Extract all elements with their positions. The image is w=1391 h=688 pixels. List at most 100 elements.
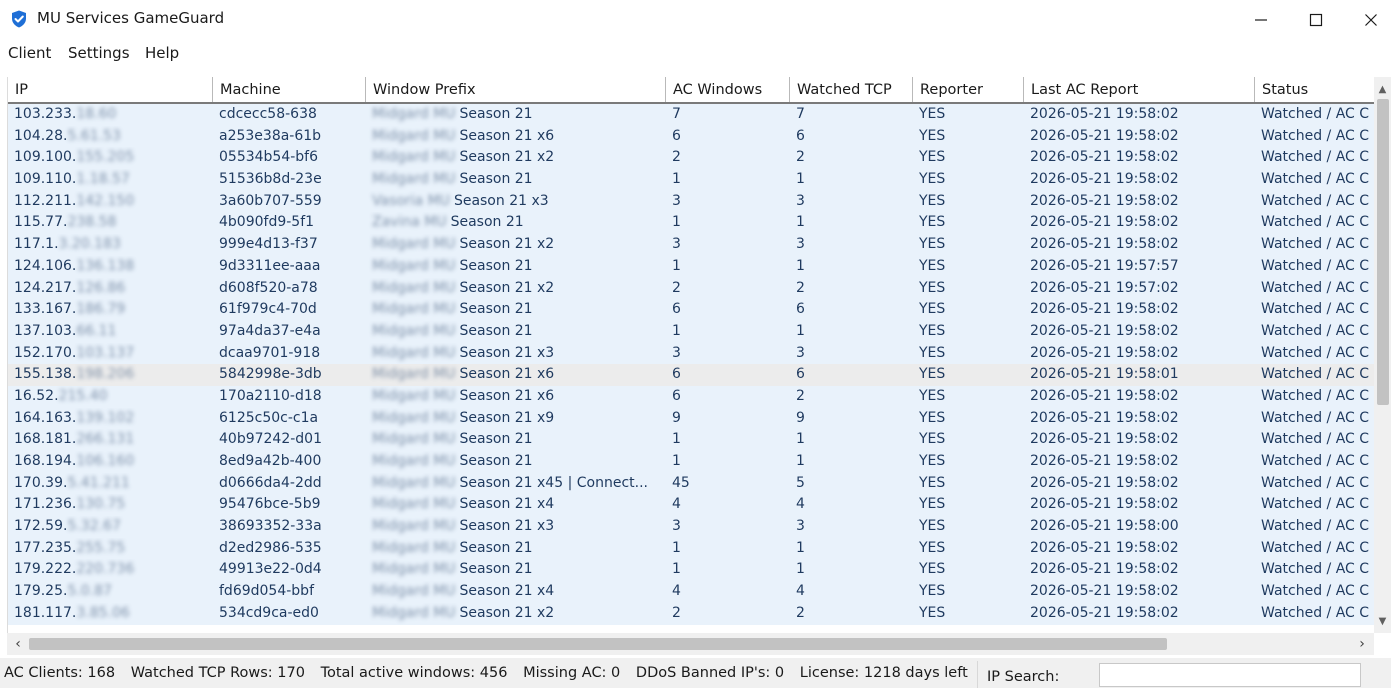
cell-last-ac-report: 2026-05-21 19:58:02 (1030, 149, 1179, 166)
column-header-status[interactable]: Status (1255, 77, 1374, 102)
column-header-machine[interactable]: Machine (213, 77, 366, 102)
prefix-visible-part: Season 21 x3 (459, 518, 555, 535)
table-row[interactable]: 109.110.1.18.57 51536b8d-23e Midgard MU Sea… (8, 169, 1374, 191)
clients-table[interactable]: IP Machine Window Prefix AC Windows Watc… (7, 77, 1374, 633)
prefix-visible-part: Season 21 x2 (459, 604, 555, 621)
column-header-ac-windows[interactable]: AC Windows (666, 77, 790, 102)
table-row[interactable]: 179.25.5.0.87 fd69d054-bbf Midgard MU Seaso… (8, 581, 1374, 603)
table-row[interactable]: 109.100.155.205 05534b54-bf6 Midgard MU Sea… (8, 147, 1374, 170)
cell-watched-tcp: 1 (796, 322, 805, 339)
table-row[interactable]: 172.59.5.32.67 38693352-33a Midgard MU Seas… (8, 516, 1374, 538)
scroll-up-icon[interactable]: ▲ (1374, 81, 1391, 98)
cell-window-prefix: Midgard MU Season 21 x2 (366, 603, 666, 625)
cell-machine: d608f520-a78 (219, 279, 318, 296)
menu-settings[interactable]: Settings (68, 44, 130, 62)
cell-ac-windows: 3 (672, 518, 681, 535)
table-row[interactable]: 168.194.106.160 8ed9a42b-400 Midgard MU Sea… (8, 451, 1374, 473)
prefix-masked-part: Midgard MU (372, 431, 456, 448)
cell-ac-windows: 6 (672, 387, 681, 404)
status-total-windows: Total active windows: 456 (320, 665, 508, 681)
ip-masked-part: 198.206 (76, 366, 135, 383)
horizontal-scrollbar[interactable]: ‹ › (7, 633, 1374, 655)
table-row[interactable]: 124.217.126.86 d608f520-a78 Midgard MU Seas… (8, 277, 1374, 300)
cell-ip: 124.217.126.86 (8, 278, 213, 300)
table-row[interactable]: 171.236.130.75 95476bce-5b9 Midgard MU Seas… (8, 494, 1374, 517)
cell-ac-windows: 1 (672, 431, 681, 448)
table-row[interactable]: 112.211.142.150 3a60b707-559 Vasoria MU Sea… (8, 190, 1374, 213)
cell-status: Watched / AC C (1261, 431, 1370, 448)
cell-status: Watched / AC C (1261, 604, 1370, 621)
cell-window-prefix: Midgard MU Season 21 x2 (366, 278, 666, 300)
cell-last-ac-report: 2026-05-21 19:58:02 (1030, 344, 1179, 361)
cell-window-prefix: Midgard MU Season 21 x2 (366, 147, 666, 169)
table-row[interactable]: 181.117.3.85.06 534cd9ca-ed0 Midgard MU Sea… (8, 602, 1374, 625)
cell-last-ac-report: 2026-05-21 19:58:02 (1030, 561, 1179, 578)
column-header-window-prefix[interactable]: Window Prefix (366, 77, 666, 102)
table-row[interactable]: 133.167.186.79 61f979c4-70d Midgard MU Seas… (8, 299, 1374, 321)
cell-window-prefix: Midgard MU Season 21 (366, 299, 666, 321)
table-row[interactable]: 16.52.215.40 170a2110-d18 Midgard MU Season… (8, 385, 1374, 408)
table-row[interactable]: 103.233.18.60 cdcecc58-638 Midgard MU Seaso… (8, 104, 1374, 126)
table-row[interactable]: 179.222.220.736 49913e22-0d4 Midgard MU Sea… (8, 559, 1374, 582)
column-header-last-ac-report[interactable]: Last AC Report (1024, 77, 1255, 102)
status-ac-clients: AC Clients: 168 (4, 665, 116, 681)
column-header-ip[interactable]: IP (8, 77, 213, 102)
cell-ip: 103.233.18.60 (8, 104, 213, 126)
cell-status: Watched / AC C (1261, 301, 1370, 318)
prefix-visible-part: Season 21 x2 (459, 149, 555, 166)
table-row[interactable]: 152.170.103.137 dcaa9701-918 Midgard MU Sea… (8, 342, 1374, 365)
cell-last-ac-report: 2026-05-21 19:58:02 (1030, 236, 1179, 253)
cell-status: Watched / AC C (1261, 236, 1370, 253)
ip-masked-part: 3.85.06 (76, 604, 130, 621)
minimize-button[interactable] (1233, 0, 1289, 40)
table-row[interactable]: 177.235.255.75 d2ed2986-535 Midgard MU Seas… (8, 537, 1374, 560)
vertical-scrollbar[interactable]: ▲ ▼ (1374, 77, 1391, 633)
prefix-visible-part: Season 21 x9 (459, 409, 555, 426)
cell-status: Watched / AC C (1261, 518, 1370, 535)
prefix-masked-part: Midgard MU (372, 474, 456, 491)
menu-help[interactable]: Help (145, 44, 179, 62)
horizontal-scroll-thumb[interactable] (29, 638, 1167, 650)
table-row[interactable]: 124.106.136.138 9d3311ee-aaa Midgard MU Sea… (8, 255, 1374, 278)
ip-search-input[interactable] (1099, 663, 1361, 687)
cell-machine: 999e4d13-f37 (219, 236, 318, 253)
cell-machine: 95476bce-5b9 (219, 496, 321, 513)
table-row[interactable]: 170.39.5.41.211 d0666da4-2dd Midgard MU Sea… (8, 472, 1374, 495)
column-header-watched-tcp[interactable]: Watched TCP (790, 77, 913, 102)
table-row[interactable]: 168.181.266.131 40b97242-d01 Midgard MU Sea… (8, 429, 1374, 451)
cell-last-ac-report: 2026-05-21 19:58:00 (1030, 518, 1179, 535)
cell-machine: 5842998e-3db (219, 366, 322, 383)
cell-ac-windows: 1 (672, 214, 681, 231)
table-row[interactable]: 115.77.238.58 4b090fd9-5f1 Zavina MU Season… (8, 212, 1374, 235)
table-row[interactable]: 137.103.66.11 97a4da37-e4a Midgard MU Seaso… (8, 320, 1374, 343)
cell-ip: 133.167.186.79 (8, 299, 213, 321)
prefix-visible-part: Season 21 (459, 561, 533, 578)
table-row[interactable]: 155.138.198.206 5842998e-3db Midgard MU Sea… (8, 364, 1374, 386)
scroll-down-icon[interactable]: ▼ (1374, 613, 1391, 630)
cell-ip: 124.106.136.138 (8, 256, 213, 278)
ip-masked-part: 106.160 (76, 453, 135, 469)
scroll-right-icon[interactable]: › (1353, 633, 1371, 655)
maximize-button[interactable] (1288, 0, 1344, 40)
ip-visible-part: 117.1. (14, 236, 59, 253)
prefix-masked-part: Midgard MU (372, 539, 456, 556)
prefix-visible-part: Season 21 x2 (459, 279, 555, 296)
table-row[interactable]: 164.163.139.102 6125c50c-c1a Midgard MU Sea… (8, 407, 1374, 430)
close-button[interactable] (1343, 0, 1391, 40)
table-row[interactable]: 104.28.5.61.53 a253e38a-61b Midgard MU Seas… (8, 125, 1374, 148)
cell-window-prefix: Midgard MU Season 21 x4 (366, 581, 666, 603)
ip-visible-part: 137.103. (14, 322, 77, 339)
prefix-visible-part: Season 21 x6 (459, 366, 555, 383)
scroll-left-icon[interactable]: ‹ (9, 633, 27, 655)
cell-status: Watched / AC C (1261, 214, 1370, 231)
vertical-scroll-thumb[interactable] (1377, 99, 1389, 405)
ip-masked-part: 5.0.87 (67, 583, 112, 600)
column-header-reporter[interactable]: Reporter (913, 77, 1024, 102)
cell-status: Watched / AC C (1261, 409, 1370, 426)
status-watched-tcp: Watched TCP Rows: 170 (130, 665, 305, 681)
ip-visible-part: 179.25. (14, 583, 68, 600)
menu-client[interactable]: Client (8, 44, 51, 62)
cell-machine: 51536b8d-23e (219, 171, 322, 188)
table-row[interactable]: 117.1.3.20.183 999e4d13-f37 Midgard MU Seas… (8, 234, 1374, 256)
cell-machine: d2ed2986-535 (219, 539, 322, 556)
